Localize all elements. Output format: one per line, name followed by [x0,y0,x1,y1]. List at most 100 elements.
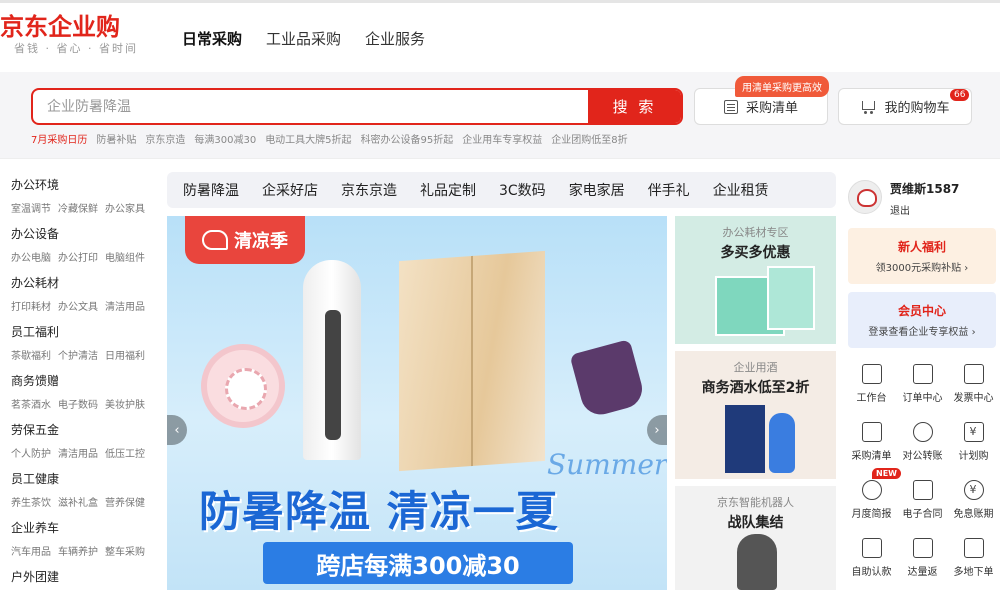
promo-robots[interactable]: 京东智能机器人 战队集结 [675,486,836,590]
hot-word[interactable]: 科密办公设备95折起 [361,131,454,146]
category-sub-link[interactable]: 电脑组件 [105,249,145,264]
category-title[interactable]: 户外团建 [11,568,59,585]
tab-souvenir[interactable]: 伴手礼 [648,180,690,200]
shortcut-multi-address-order[interactable]: 多地下单 [948,532,999,584]
avatar[interactable] [848,180,882,214]
summer-script: Summer [547,448,667,481]
logo[interactable]: 京东企业购 省钱 · 省心 · 省时间 [0,12,160,56]
shortcut-label: 对公转账 [902,451,943,462]
user-panel: 贾维斯1587 退出 新人福利 领3000元采购补贴 › 会员中心 登录查看企业… [846,172,1000,590]
category-sub-link[interactable]: 车辆养护 [58,543,98,558]
promo-office-supplies[interactable]: 办公耗材专区 多买多优惠 [675,216,836,344]
multi-address-icon [963,538,984,558]
hero-banner[interactable]: 清凉季 Summer 防暑降温 清凉一夏 跨店每满300减30 [167,216,667,590]
category-sub-link[interactable]: 办公打印 [58,249,98,264]
hot-word[interactable]: 企业团购低至8折 [551,131,627,146]
cart-icon [860,100,876,114]
hot-word[interactable]: 企业用车专享权益 [462,131,542,146]
category-title[interactable]: 商务馈赠 [11,372,145,389]
nav-enterprise-service[interactable]: 企业服务 [365,28,425,49]
category-sub-link[interactable]: 个护清洁 [58,347,98,362]
newbie-benefit-card[interactable]: 新人福利 领3000元采购补贴 › [848,228,996,284]
tab-cooling[interactable]: 防暑降温 [183,180,239,200]
category-employee-health: 员工健康 养生茶饮 滋补礼盒 营养保健 [11,470,145,509]
member-center-card[interactable]: 会员中心 登录查看企业专享权益 › [848,292,996,348]
tab-home-appliance[interactable]: 家电家居 [569,180,625,200]
hot-word[interactable]: 每满300减30 [194,131,256,146]
shortcut-label: 订单中心 [902,393,943,404]
hot-words: 7月采购日历 防暑补贴 京东京造 每满300减30 电动工具大牌5折起 科密办公… [31,131,628,146]
tab-enterprise-lease[interactable]: 企业租赁 [713,180,769,200]
shortcut-label: 多地下单 [953,567,994,578]
category-sub-link[interactable]: 养生茶饮 [11,494,51,509]
category-sub-link[interactable]: 办公家具 [105,200,145,215]
category-title[interactable]: 办公环境 [11,176,145,193]
tab-gift-custom[interactable]: 礼品定制 [420,180,476,200]
shortcut-purchase-list[interactable]: 采购清单 [846,416,897,468]
shortcut-volume-rebate[interactable]: 达量返 [897,532,948,584]
shortcut-order-center[interactable]: 订单中心 [897,358,948,410]
rebate-icon [912,538,933,558]
category-sub-link[interactable]: 办公文具 [58,298,98,313]
shortcut-e-contract[interactable]: 电子合同 [897,474,948,526]
refrigerator-product-image [399,250,545,472]
category-sub-link[interactable]: 汽车用品 [11,543,51,558]
tab-3c-digital[interactable]: 3C数码 [499,180,546,200]
contract-icon [912,480,933,500]
category-sub-link[interactable]: 清洁用品 [105,298,145,313]
category-title[interactable]: 员工健康 [11,470,145,487]
category-sub-link[interactable]: 茗茶酒水 [11,396,51,411]
category-sub-link[interactable]: 营养保健 [105,494,145,509]
nav-daily-purchase[interactable]: 日常采购 [182,28,242,49]
logout-link[interactable]: 退出 [890,202,910,217]
category-sub-link[interactable]: 室温调节 [11,200,51,215]
shortcut-label: 采购清单 [851,451,892,462]
shortcut-self-claim[interactable]: 自助认款 [846,532,897,584]
category-sub-link[interactable]: 滋补礼盒 [58,494,98,509]
main-nav: 日常采购 工业品采购 企业服务 [182,28,425,49]
category-sub-link[interactable]: 个人防护 [11,445,51,460]
member-center-desc: 登录查看企业专享权益 › [868,327,976,338]
category-title[interactable]: 员工福利 [11,323,145,340]
liquor-box-image [725,405,765,473]
shortcut-interest-free-credit[interactable]: 免息账期 [948,474,999,526]
air-conditioner-product-image [303,260,361,460]
category-title[interactable]: 劳保五金 [11,421,145,438]
shortcut-corporate-transfer[interactable]: 对公转账 [897,416,948,468]
category-sub-link[interactable]: 办公电脑 [11,249,51,264]
category-sub-link[interactable]: 茶歇福利 [11,347,51,362]
list-icon [861,422,882,442]
category-sub-link[interactable]: 冷藏保鲜 [58,200,98,215]
purchase-list-label: 采购清单 [745,101,798,116]
category-sub-link[interactable]: 电子数码 [58,396,98,411]
category-sub-link[interactable]: 美妆护肤 [105,396,145,411]
shortcut-invoice-center[interactable]: 发票中心 [948,358,999,410]
category-sub-link[interactable]: 低压工控 [105,445,145,460]
category-sub-link[interactable]: 打印耗材 [11,298,51,313]
nav-industrial-purchase[interactable]: 工业品采购 [266,28,341,49]
shortcut-monthly-report[interactable]: 月度简报 NEW [846,468,901,526]
tab-good-shops[interactable]: 企采好店 [262,180,318,200]
promo-enterprise-liquor[interactable]: 企业用酒 商务酒水低至2折 [675,351,836,479]
search-input[interactable] [33,90,588,123]
search-button[interactable]: 搜 索 [588,90,681,123]
category-sub-link[interactable]: 整车采购 [105,543,145,558]
category-title[interactable]: 办公耗材 [11,274,145,291]
hot-word[interactable]: 京东京造 [145,131,185,146]
shortcut-planned-purchase[interactable]: 计划购 [948,416,999,468]
promo-title: 企业用酒 [733,361,778,374]
hot-word[interactable]: 防暑补贴 [96,131,136,146]
category-title[interactable]: 办公设备 [11,225,145,242]
shortcut-workbench[interactable]: 工作台 [846,358,897,410]
hot-word[interactable]: 7月采购日历 [31,131,87,146]
category-sub-link[interactable]: 日用福利 [105,347,145,362]
channel-tab-bar: 防暑降温 企采好店 京东京造 礼品定制 3C数码 家电家居 伴手礼 企业租赁 [167,172,836,208]
shortcut-label: 计划购 [958,451,989,462]
category-business-gifts: 商务馈赠 茗茶酒水 电子数码 美妆护肤 [11,372,145,411]
shortcut-label: 自助认款 [851,567,892,578]
category-title[interactable]: 企业养车 [11,519,145,536]
category-employee-benefits: 员工福利 茶歇福利 个护清洁 日用福利 [11,323,145,362]
tab-jd-jingzao[interactable]: 京东京造 [341,180,397,200]
category-sub-link[interactable]: 清洁用品 [58,445,98,460]
hot-word[interactable]: 电动工具大牌5折起 [265,131,351,146]
